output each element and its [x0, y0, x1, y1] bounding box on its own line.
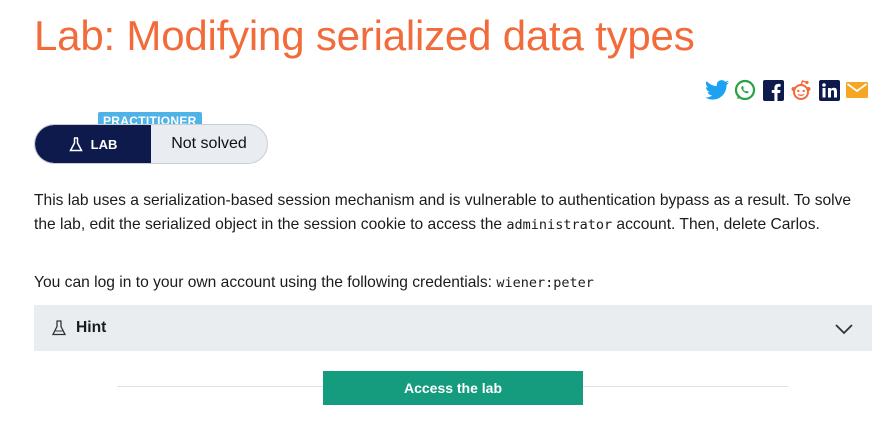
chevron-down-icon[interactable]: [834, 318, 854, 338]
hint-accordion[interactable]: Hint: [34, 305, 872, 351]
flask-icon: [68, 136, 83, 151]
hint-label: Hint: [76, 319, 107, 336]
page-title: Lab: Modifying serialized data types: [34, 12, 695, 59]
twitter-icon[interactable]: [705, 78, 729, 102]
credentials-code: wiener:peter: [496, 275, 594, 291]
email-icon[interactable]: [845, 78, 869, 102]
share-bar: [705, 78, 869, 102]
lab-status: Not solved: [171, 135, 247, 152]
facebook-icon[interactable]: [761, 78, 785, 102]
lab-badge: PRACTITIONER LAB Not solved: [34, 110, 274, 166]
whatsapp-icon[interactable]: [733, 78, 757, 102]
lab-status-pill: LAB Not solved: [34, 124, 268, 164]
inline-code: administrator: [506, 217, 613, 233]
lab-description: This lab uses a serialization-based sess…: [34, 192, 852, 233]
access-lab-button[interactable]: Access the lab: [323, 371, 583, 405]
lab-type-label: LAB: [35, 125, 151, 163]
flask-icon: [52, 320, 66, 336]
linkedin-icon[interactable]: [817, 78, 841, 102]
credentials-text: You can log in to your own account using…: [34, 274, 594, 291]
reddit-icon[interactable]: [789, 78, 813, 102]
